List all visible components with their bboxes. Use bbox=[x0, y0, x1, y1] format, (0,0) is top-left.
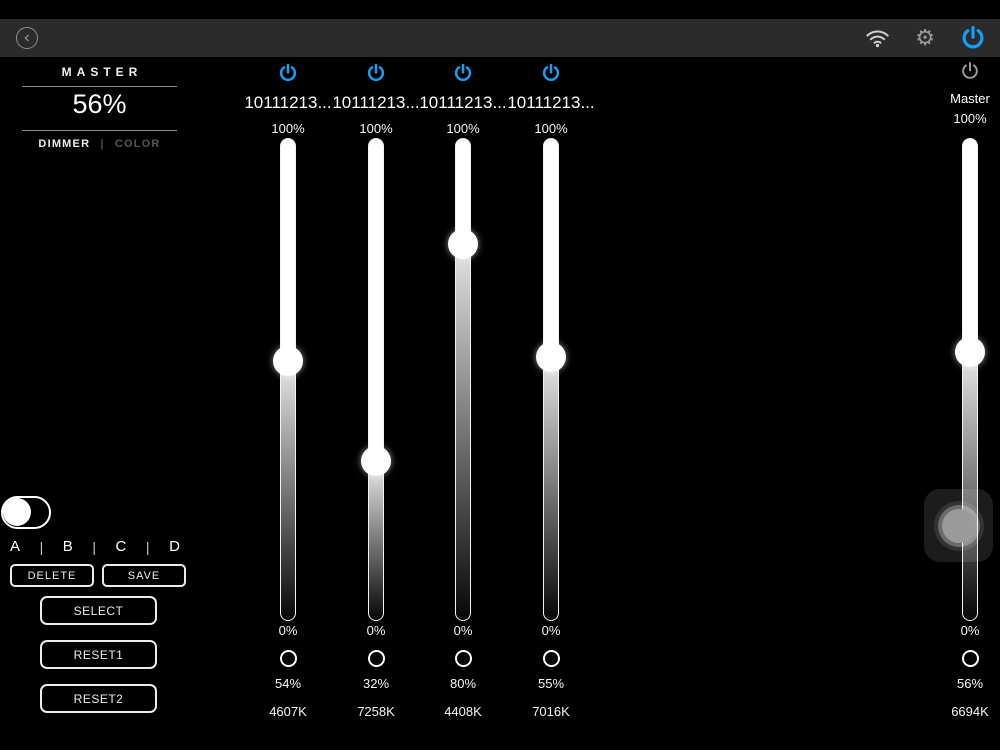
channel-select-radio[interactable] bbox=[367, 650, 385, 667]
channel-select-radio[interactable] bbox=[454, 650, 472, 667]
top-toolbar: ⚙ bbox=[0, 19, 1000, 57]
scene-separator: | bbox=[39, 538, 44, 555]
master-select-radio[interactable] bbox=[961, 650, 979, 667]
scene-c[interactable]: C bbox=[116, 538, 127, 555]
scene-separator: | bbox=[145, 538, 150, 555]
channel-power-button[interactable] bbox=[366, 63, 386, 83]
scene-selector-bar: A | B | C | D bbox=[10, 538, 180, 555]
channel-select-radio[interactable] bbox=[542, 650, 560, 667]
slider-min-label: 0% bbox=[541, 623, 561, 638]
channel-kelvin: 7016K bbox=[532, 704, 570, 719]
channel-percent: 55% bbox=[537, 676, 565, 691]
select-button[interactable]: SELECT bbox=[40, 596, 157, 625]
mode-tabs: DIMMER | COLOR bbox=[22, 138, 177, 150]
slider-max-label: 100% bbox=[953, 111, 987, 126]
slider-min-label: 0% bbox=[960, 623, 980, 638]
master-value: 56% bbox=[72, 89, 127, 119]
dimmer-slider-track[interactable] bbox=[368, 138, 384, 621]
toolbar-icon-group: ⚙ bbox=[865, 19, 986, 57]
power-icon[interactable] bbox=[960, 25, 986, 51]
dimmer-slider-track[interactable] bbox=[543, 138, 559, 621]
master-title: MASTER bbox=[61, 65, 143, 79]
tab-color[interactable]: COLOR bbox=[115, 138, 161, 150]
back-button[interactable] bbox=[16, 27, 38, 49]
dimmer-control-app: { "toolbar": { "back_icon": "chevron-lef… bbox=[0, 0, 1000, 750]
tab-separator: | bbox=[100, 138, 105, 150]
tab-dimmer[interactable]: DIMMER bbox=[38, 138, 90, 150]
master-column: Master 100% 0% 56% 6694K bbox=[910, 58, 1000, 750]
dimmer-slider-track[interactable] bbox=[455, 138, 471, 621]
master-panel: MASTER 56% DIMMER | COLOR bbox=[22, 65, 177, 150]
channel-select-radio[interactable] bbox=[279, 650, 297, 667]
reset1-button[interactable]: RESET1 bbox=[40, 640, 157, 669]
wifi-icon[interactable] bbox=[865, 28, 890, 48]
scene-a[interactable]: A bbox=[10, 538, 20, 555]
save-button[interactable]: SAVE bbox=[102, 564, 186, 587]
channel-column-4: 10111213... 100% 0% 55% 7016K bbox=[491, 58, 611, 750]
master-slider-thumb[interactable] bbox=[955, 337, 985, 368]
master-power-button[interactable] bbox=[960, 61, 980, 81]
scene-separator: | bbox=[92, 538, 96, 555]
channel-name: 10111213... bbox=[507, 93, 595, 112]
delete-button[interactable]: DELETE bbox=[10, 564, 94, 587]
divider-line bbox=[22, 130, 177, 131]
scene-d[interactable]: D bbox=[169, 538, 180, 555]
dimmer-slider-thumb[interactable] bbox=[448, 228, 478, 259]
chevron-left-icon bbox=[24, 34, 29, 42]
slider-max-label: 100% bbox=[534, 121, 568, 136]
channel-power-button[interactable] bbox=[453, 63, 473, 83]
dimmer-slider-track[interactable] bbox=[280, 138, 296, 621]
dimmer-slider-thumb[interactable] bbox=[361, 446, 391, 477]
channel-power-button[interactable] bbox=[541, 63, 561, 83]
master-percent: 56% bbox=[956, 676, 984, 691]
dimmer-slider-thumb[interactable] bbox=[273, 346, 303, 377]
pointer-circle bbox=[941, 508, 976, 543]
scene-b[interactable]: B bbox=[63, 538, 73, 555]
toggle-switch[interactable] bbox=[1, 496, 51, 529]
dimmer-slider-thumb[interactable] bbox=[536, 341, 566, 372]
master-kelvin: 6694K bbox=[951, 704, 989, 719]
master-name: Master bbox=[950, 91, 990, 106]
pointer-indicator-overlay bbox=[924, 489, 993, 562]
toggle-knob[interactable] bbox=[3, 498, 31, 526]
reset2-button[interactable]: RESET2 bbox=[40, 684, 157, 713]
channel-power-button[interactable] bbox=[278, 63, 298, 83]
settings-gear-icon[interactable]: ⚙ bbox=[915, 27, 935, 49]
